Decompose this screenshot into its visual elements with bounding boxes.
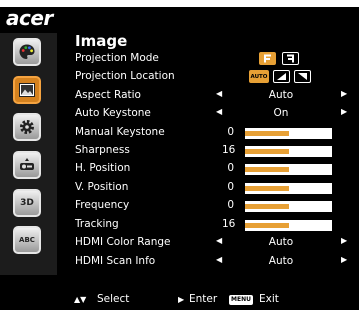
menu-row-value: On	[273, 107, 289, 119]
management-icon	[20, 158, 34, 170]
left-arrow-icon[interactable]: ◀	[216, 255, 222, 264]
menu-row-manual-keystone[interactable]: Manual Keystone 0	[75, 124, 355, 142]
menu-row-label: H. Position	[75, 162, 131, 174]
desktop-location-option[interactable]	[273, 70, 290, 83]
menu-row-frequency[interactable]: Frequency 0	[75, 197, 355, 215]
menu-row-label: Projection Mode	[75, 52, 159, 64]
menu-row-label: Tracking	[75, 218, 119, 230]
menu-row-projection-mode[interactable]: Projection Mode	[75, 50, 355, 68]
manual-keystone-slider[interactable]	[245, 128, 332, 139]
frequency-slider[interactable]	[245, 201, 332, 212]
auto-location-option[interactable]: AUTO	[249, 70, 269, 83]
menu-row-hdmi-color-range[interactable]: HDMI Color Range ◀ Auto ▶	[75, 234, 355, 252]
menu-row-label: Sharpness	[75, 144, 130, 156]
enter-arrow-icon: ▶	[178, 295, 185, 304]
sidebar-item-image[interactable]	[13, 76, 41, 104]
sidebar: 3D ABC	[0, 33, 57, 275]
slider-value: 16	[222, 218, 236, 230]
menu-row-label: V. Position	[75, 181, 129, 193]
front-projection-option[interactable]	[259, 52, 276, 65]
footer-select-label: Select	[97, 293, 130, 305]
slider-fill	[245, 186, 289, 191]
menu-row-sharpness[interactable]: Sharpness 16	[75, 142, 355, 160]
menu-row-value: Auto	[268, 255, 294, 267]
right-arrow-icon[interactable]: ▶	[341, 89, 347, 98]
3d-icon: 3D	[20, 198, 34, 208]
page-title: Image	[75, 32, 128, 50]
left-arrow-icon[interactable]: ◀	[216, 107, 222, 116]
menu-row-value: Auto	[268, 89, 294, 101]
top-cap-bar	[0, 0, 359, 7]
menu-row-projection-location[interactable]: Projection Location AUTO	[75, 68, 355, 86]
settings-gear-icon	[19, 119, 35, 135]
menu-row-label: Auto Keystone	[75, 107, 151, 119]
sidebar-item-settings[interactable]	[13, 113, 41, 141]
ceiling-location-option[interactable]	[294, 70, 311, 83]
menu-row-label: Manual Keystone	[75, 126, 165, 138]
slider-fill	[245, 131, 289, 136]
sidebar-item-management[interactable]	[13, 151, 41, 179]
right-arrow-icon[interactable]: ▶	[341, 236, 347, 245]
rear-projection-option[interactable]	[282, 52, 299, 65]
up-down-arrows-icon: ▲▼	[74, 295, 87, 304]
right-arrow-icon[interactable]: ▶	[341, 107, 347, 116]
menu-row-aspect-ratio[interactable]: Aspect Ratio ◀ Auto ▶	[75, 87, 355, 105]
sharpness-slider[interactable]	[245, 146, 332, 157]
slider-value: 0	[227, 126, 234, 138]
image-icon	[19, 83, 35, 97]
menu-row-tracking[interactable]: Tracking 16	[75, 216, 355, 234]
slider-value: 16	[222, 144, 236, 156]
h-position-slider[interactable]	[245, 164, 332, 175]
menu-row-label: HDMI Scan Info	[75, 255, 156, 267]
sidebar-item-3d[interactable]: 3D	[13, 189, 41, 217]
menu-row-hdmi-scan-info[interactable]: HDMI Scan Info ◀ Auto ▶	[75, 253, 355, 271]
v-position-slider[interactable]	[245, 183, 332, 194]
slider-fill	[245, 167, 289, 172]
acer-logo: acer	[6, 6, 53, 30]
menu-row-label: Frequency	[75, 199, 130, 211]
footer-exit-label: Exit	[259, 293, 279, 305]
right-arrow-icon[interactable]: ▶	[341, 255, 347, 264]
menu-key-badge: MENU	[229, 295, 253, 305]
language-icon: ABC	[19, 236, 35, 244]
left-arrow-icon[interactable]: ◀	[216, 89, 222, 98]
front-projection-icon	[264, 54, 271, 63]
slider-value: 0	[227, 181, 234, 193]
slider-value: 0	[227, 199, 234, 211]
color-palette-icon	[19, 44, 35, 59]
desktop-location-icon	[277, 73, 286, 80]
sidebar-item-color[interactable]	[13, 38, 41, 66]
tracking-slider[interactable]	[245, 220, 332, 231]
sidebar-item-language[interactable]: ABC	[13, 226, 41, 254]
menu-row-label: HDMI Color Range	[75, 236, 171, 248]
slider-value: 0	[227, 162, 234, 174]
ceiling-location-icon	[298, 73, 307, 80]
slider-fill	[245, 204, 289, 209]
slider-fill	[245, 149, 289, 154]
rear-projection-icon	[287, 54, 294, 63]
slider-fill	[245, 223, 289, 228]
footer-enter-label: Enter	[189, 293, 218, 305]
left-arrow-icon[interactable]: ◀	[216, 236, 222, 245]
menu-row-value: Auto	[268, 236, 294, 248]
menu-row-h-position[interactable]: H. Position 0	[75, 160, 355, 178]
menu-row-auto-keystone[interactable]: Auto Keystone ◀ On ▶	[75, 105, 355, 123]
menu-row-label: Aspect Ratio	[75, 89, 141, 101]
menu-row-label: Projection Location	[75, 70, 175, 82]
menu-row-v-position[interactable]: V. Position 0	[75, 179, 355, 197]
